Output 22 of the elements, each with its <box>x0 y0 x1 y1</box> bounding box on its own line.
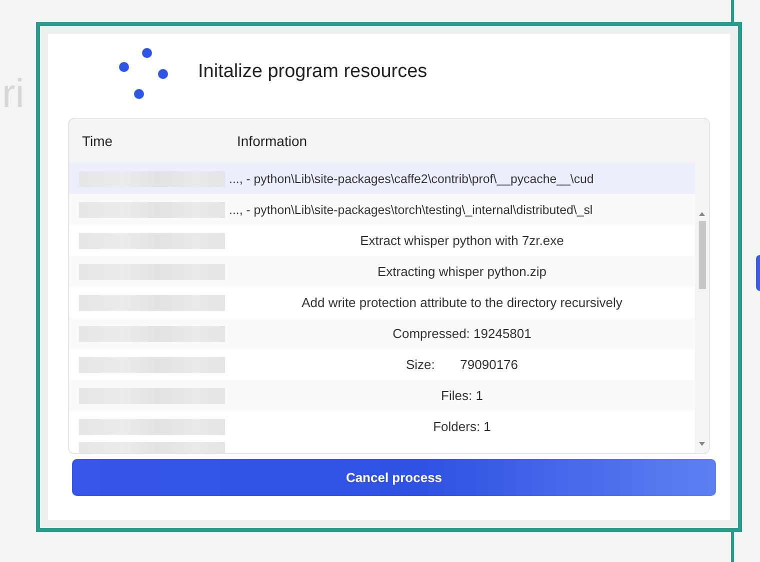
table-row[interactable]: Compressed: 19245801 <box>69 318 695 349</box>
information-cell-text: Folders: 1 <box>432 419 492 434</box>
information-cell-text: ..., - python\Lib\site-packages\caffe2\contrib\prof\__pycache__\cud <box>228 172 595 186</box>
table-row[interactable]: ..., - python\Lib\site-packages\torch\testing\_internal\distributed\_sl <box>69 194 695 225</box>
table-row[interactable]: Add write protection attribute to the directory recursively <box>69 287 695 318</box>
table-row[interactable]: Files: 1 <box>69 380 695 411</box>
information-cell-text: Files: 1 <box>440 388 484 403</box>
dialog-title: Initalize program resources <box>198 61 428 83</box>
table-row[interactable]: Size: 79090176 <box>69 349 695 380</box>
column-header: Information <box>237 133 308 149</box>
table-row[interactable]: Extracting whisper python.zip <box>69 256 695 287</box>
information-cell-text: ..., - python\Lib\site-packages\torch\testing\_internal\distributed\_sl <box>228 202 594 216</box>
table-row[interactable]: Extract whisper python with 7zr.exe <box>69 225 695 256</box>
information-cell-text: Extracting whisper python.zip <box>376 264 548 279</box>
table-row[interactable]: ..., - python\Lib\site-packages\caffe2\contrib\prof\__pycache__\cud <box>69 163 695 194</box>
information-cell-text: Add write protection attribute to the directory recursively <box>300 295 624 310</box>
table-row[interactable]: Folders: 1 <box>69 411 695 442</box>
information-cell-text: Extract whisper python with 7zr.exe <box>359 233 565 248</box>
column-header: Time <box>82 133 114 149</box>
cancel-process-button[interactable]: Cancel process <box>72 459 716 496</box>
information-cell-text: Compressed: 19245801 <box>392 326 532 341</box>
information-cell-text: Size: 79090176 <box>404 357 520 372</box>
